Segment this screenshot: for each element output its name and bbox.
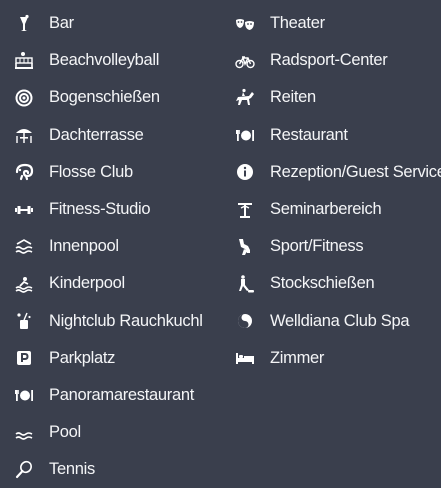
facility-item-bogenschiessen[interactable]: Bogenschießen [12, 79, 222, 116]
facility-label: Welldiana Club Spa [270, 311, 410, 330]
facility-item-rezeption[interactable]: Rezeption/Guest Service [233, 154, 441, 191]
facility-item-seminarbereich[interactable]: Seminarbereich [233, 191, 439, 228]
facility-label: Rezeption/Guest Service [270, 162, 441, 181]
facility-item-tennis[interactable]: Tennis [12, 451, 222, 488]
facility-item-nightclub[interactable]: Nightclub Rauchkuchl [12, 303, 222, 340]
facility-label: Zimmer [270, 348, 325, 367]
facility-column-left: Bar Beachvolleyball Bogenschießen Dachte… [12, 5, 222, 488]
facility-label: Restaurant [270, 125, 348, 144]
horse-rider-icon [233, 86, 257, 110]
facility-item-restaurant[interactable]: Restaurant [233, 117, 439, 154]
facility-label: Seminarbereich [270, 200, 382, 219]
facility-label: Dachterrasse [49, 125, 144, 144]
facility-item-welldiana-spa[interactable]: Welldiana Club Spa [233, 303, 439, 340]
facility-label: Pool [49, 423, 81, 442]
nightclub-drink-icon [12, 309, 36, 333]
theater-masks-icon [233, 12, 257, 36]
facility-label: Bogenschießen [49, 88, 160, 107]
facility-column-right: Theater Radsport-Center Reiten Restauran… [233, 5, 441, 377]
facility-item-flosse-club[interactable]: Flosse Club [12, 154, 222, 191]
facility-label: Fitness-Studio [49, 200, 151, 219]
beach-volleyball-icon [12, 49, 36, 73]
lectern-icon [233, 198, 257, 222]
spa-icon [233, 309, 257, 333]
indoor-pool-icon [12, 235, 36, 259]
cocktail-icon [12, 12, 36, 36]
facility-item-dachterrasse[interactable]: Dachterrasse [12, 117, 222, 154]
cutlery-plate-icon [12, 383, 36, 407]
facility-label: Kinderpool [49, 274, 125, 293]
curling-player-icon [233, 272, 257, 296]
facility-item-stockschiessen[interactable]: Stockschießen [233, 265, 439, 302]
dumbbell-icon [12, 198, 36, 222]
facility-item-reiten[interactable]: Reiten [233, 79, 439, 116]
facility-label: Sport/Fitness [270, 237, 364, 256]
facility-label: Beachvolleyball [49, 51, 160, 70]
facility-label: Parkplatz [49, 348, 116, 367]
facility-item-panoramarestaurant[interactable]: Panoramarestaurant [12, 377, 222, 414]
facility-label: Reiten [270, 88, 316, 107]
terrace-umbrella-icon [12, 123, 36, 147]
facility-label: Nightclub Rauchkuchl [49, 311, 203, 330]
bicycle-icon [233, 49, 257, 73]
facility-label: Tennis [49, 460, 95, 479]
facility-item-innenpool[interactable]: Innenpool [12, 228, 222, 265]
facility-item-pool[interactable]: Pool [12, 414, 222, 451]
pool-waves-icon [12, 421, 36, 445]
facility-label: Stockschießen [270, 274, 375, 293]
facility-list: Bar Beachvolleyball Bogenschießen Dachte… [0, 0, 441, 480]
facility-item-beachvolleyball[interactable]: Beachvolleyball [12, 42, 222, 79]
facility-item-zimmer[interactable]: Zimmer [233, 340, 439, 377]
parking-icon [12, 346, 36, 370]
facility-label: Theater [270, 14, 325, 33]
facility-label: Flosse Club [49, 162, 133, 181]
facility-item-fitness-studio[interactable]: Fitness-Studio [12, 191, 222, 228]
target-icon [12, 86, 36, 110]
facility-item-kinderpool[interactable]: Kinderpool [12, 265, 222, 302]
facility-item-parkplatz[interactable]: Parkplatz [12, 340, 222, 377]
running-shoe-icon [233, 235, 257, 259]
facility-label: Innenpool [49, 237, 119, 256]
kids-pool-icon [12, 272, 36, 296]
cutlery-plate-icon [233, 123, 257, 147]
facility-item-bar[interactable]: Bar [12, 5, 222, 42]
chameleon-icon [12, 160, 36, 184]
facility-label: Radsport-Center [270, 51, 388, 70]
facility-label: Bar [49, 14, 74, 33]
info-icon [233, 160, 257, 184]
facility-item-sport-fitness[interactable]: Sport/Fitness [233, 228, 439, 265]
bed-icon [233, 346, 257, 370]
facility-label: Panoramarestaurant [49, 385, 195, 404]
facility-item-radsport-center[interactable]: Radsport-Center [233, 42, 439, 79]
facility-item-theater[interactable]: Theater [233, 5, 439, 42]
tennis-racket-icon [12, 458, 36, 482]
